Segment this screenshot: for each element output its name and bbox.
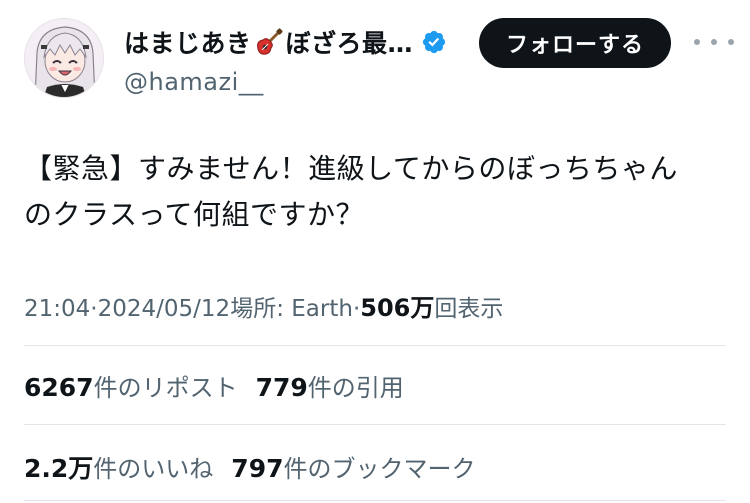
guitar-emoji-icon <box>254 27 284 57</box>
quotes-label[interactable]: 件の引用 <box>308 368 404 403</box>
tweet-location: 場所: Earth <box>230 296 353 322</box>
tweet-text: 【緊急】すみません！進級してからのぼっちちゃん のクラスって何組ですか？ <box>24 146 724 238</box>
bookmarks-count[interactable]: 797 <box>231 454 283 483</box>
tweet-text-line: のクラスって何組ですか？ <box>24 198 365 231</box>
tweet-time[interactable]: 21:04 <box>24 296 90 322</box>
meta-separator: · <box>90 296 98 322</box>
display-name-row[interactable]: はまじあき ぼざろ最… <box>124 24 447 60</box>
follow-button[interactable]: フォローする <box>479 18 671 68</box>
tweet-header: はまじあき ぼざろ最… @hamazi__ フォローする <box>24 14 734 104</box>
views-label: 回表示 <box>434 296 504 322</box>
stats-row-likes: 2.2万 件のいいね 797 件のブックマーク <box>24 449 475 485</box>
meta-separator: · <box>352 296 361 322</box>
views-count[interactable]: 506万 <box>360 288 434 323</box>
likes-label[interactable]: 件のいいね <box>93 449 213 484</box>
divider <box>24 345 726 346</box>
reposts-count[interactable]: 6267 <box>24 373 94 402</box>
likes-count[interactable]: 2.2万 <box>24 449 93 485</box>
more-horizontal-icon[interactable] <box>694 30 734 54</box>
more-dot <box>711 39 717 45</box>
reposts-label[interactable]: 件のリポスト <box>94 368 238 403</box>
display-name[interactable]: はまじあき <box>124 24 252 60</box>
more-dot <box>728 39 734 45</box>
verified-badge-icon[interactable] <box>421 29 447 55</box>
quotes-count[interactable]: 779 <box>256 373 308 402</box>
tweet-text-line: 【緊急】すみません！進級してからのぼっちちゃん <box>24 152 678 185</box>
stats-row-reposts: 6267 件のリポスト 779 件の引用 <box>24 368 404 403</box>
divider <box>24 500 726 501</box>
tweet-meta: 21:04 · 2024/05/12 場所: Earth · 506万 回表示 <box>24 288 503 323</box>
tweet-date[interactable]: 2024/05/12 <box>98 296 231 322</box>
avatar[interactable] <box>24 18 104 98</box>
display-name-suffix[interactable]: ぼざろ最… <box>286 24 414 60</box>
user-names: はまじあき ぼざろ最… @hamazi__ <box>124 24 447 96</box>
user-handle[interactable]: @hamazi__ <box>124 68 447 96</box>
avatar-illustration <box>25 19 103 97</box>
divider <box>24 424 726 425</box>
bookmarks-label[interactable]: 件のブックマーク <box>283 449 475 484</box>
more-dot <box>694 39 700 45</box>
